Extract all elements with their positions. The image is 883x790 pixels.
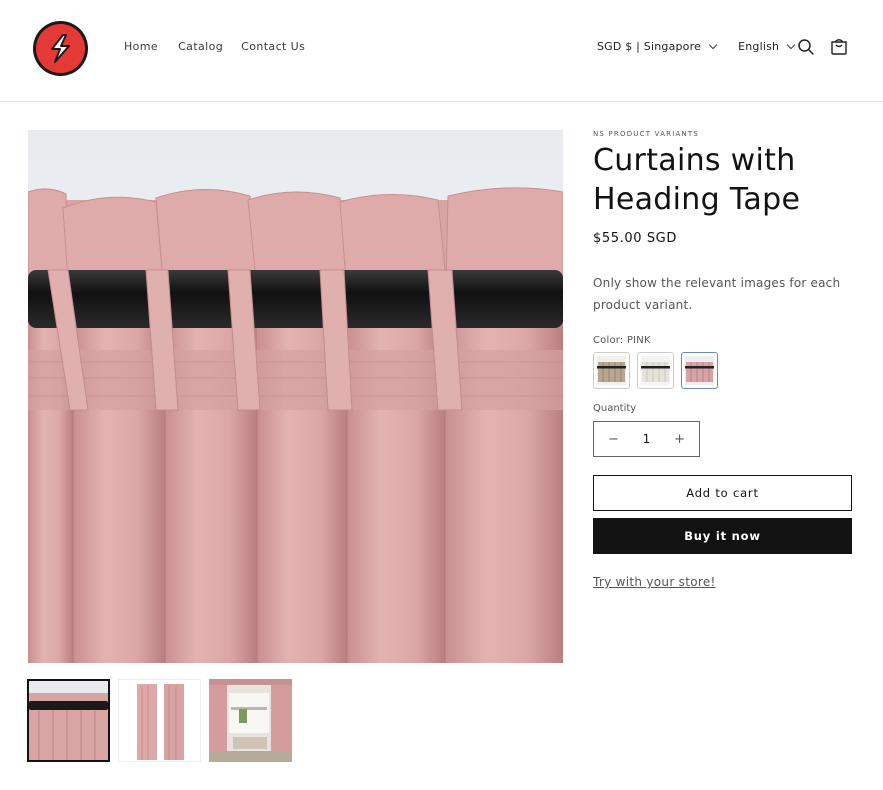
try-with-your-store-link[interactable]: Try with your store! — [593, 575, 716, 589]
increase-quantity-button[interactable]: + — [674, 432, 685, 447]
main-nav: Home Catalog Contact Us — [124, 40, 323, 53]
swatch-image — [641, 356, 670, 385]
product-description: Only show the relevant images for each p… — [593, 276, 841, 312]
thumbnail-image — [119, 680, 200, 761]
color-swatches — [593, 352, 718, 389]
thumbnail-1[interactable] — [27, 679, 110, 762]
curtain-photo — [28, 130, 563, 663]
thumbnail-image — [209, 679, 292, 762]
currency-label: SGD $ | Singapore — [597, 40, 702, 53]
nav-catalog[interactable]: Catalog — [178, 40, 223, 53]
chevron-down-icon — [786, 40, 796, 49]
quantity-label: Quantity — [593, 403, 637, 414]
product-vendor: NS PRODUCT VARIANTS — [593, 130, 700, 138]
language-label: English — [738, 40, 780, 53]
buy-now-button[interactable]: Buy it now — [593, 518, 852, 554]
color-label: Color: PINK — [593, 335, 651, 346]
swatch-white[interactable] — [637, 352, 674, 389]
quantity-stepper: − 1 + — [593, 421, 700, 457]
product-title: Curtains with Heading Tape — [593, 143, 801, 217]
product-price: $55.00 SGD — [593, 231, 677, 246]
thumbnail-2[interactable] — [118, 679, 201, 762]
currency-selector[interactable]: SGD $ | Singapore — [597, 40, 718, 53]
swatch-beige[interactable] — [593, 352, 630, 389]
site-header: Home Catalog Contact Us SGD $ | Singapor… — [0, 0, 883, 102]
product-main-image[interactable] — [28, 130, 563, 663]
nav-home[interactable]: Home — [124, 40, 158, 53]
swatch-image — [597, 356, 626, 385]
quantity-input[interactable]: 1 — [643, 432, 651, 446]
cart-icon[interactable] — [830, 38, 848, 56]
chevron-down-icon — [708, 40, 718, 49]
thumbnail-image — [29, 681, 108, 760]
lightning-s-logo-icon — [51, 34, 70, 63]
thumbnail-list — [27, 679, 292, 762]
add-to-cart-button[interactable]: Add to cart — [593, 475, 852, 511]
nav-contact-us[interactable]: Contact Us — [241, 40, 305, 53]
decrease-quantity-button[interactable]: − — [608, 432, 619, 447]
logo[interactable] — [33, 21, 88, 76]
header-selectors: SGD $ | Singapore English — [597, 40, 796, 53]
swatch-pink[interactable] — [681, 352, 718, 389]
swatch-image — [685, 356, 714, 385]
search-icon[interactable] — [797, 38, 815, 56]
thumbnail-3[interactable] — [209, 679, 292, 762]
language-selector[interactable]: English — [738, 40, 796, 53]
